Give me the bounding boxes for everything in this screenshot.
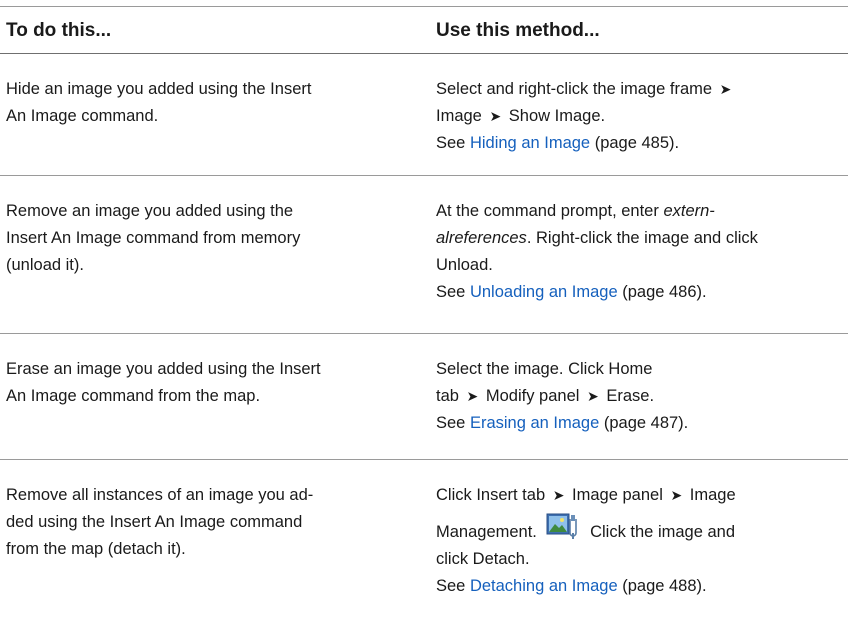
see-also-line: See Detaching an Image (page 488). — [436, 573, 842, 600]
method-cell: Select the image. Click Home tab ➤ Modif… — [436, 356, 848, 459]
method-text: Select and right-click the image frame — [436, 80, 713, 98]
method-text: Modify panel — [485, 387, 580, 405]
method-line: At the command prompt, enter extern- — [436, 198, 842, 225]
header-method: Use this method... — [436, 19, 600, 41]
menu-arrow-icon: ➤ — [489, 108, 502, 124]
task-text: Remove all instances of an image you ad- — [6, 486, 314, 504]
method-line: Click Insert tab ➤ Image panel ➤ Image — [436, 482, 842, 509]
method-text: tab — [436, 387, 459, 405]
page-reference: (page 487). — [599, 414, 689, 432]
task-cell: Remove an image you added using the Inse… — [0, 198, 436, 333]
menu-arrow-icon: ➤ — [466, 388, 479, 404]
method-text: Click Insert tab — [436, 486, 546, 504]
procedure-table: To do this... Use this method... Hide an… — [0, 6, 848, 632]
cross-reference-link[interactable]: Detaching an Image — [470, 577, 618, 595]
method-text: Image — [689, 486, 736, 504]
see-prefix: See — [436, 134, 470, 152]
method-line: Select and right-click the image frame ➤ — [436, 76, 842, 103]
method-text: Click the image and — [590, 523, 736, 541]
command-name: alreferences — [436, 229, 527, 247]
task-text: Hide an image you added using the Insert — [6, 80, 312, 98]
method-text: Erase. — [606, 387, 655, 405]
see-also-line: See Hiding an Image (page 485). — [436, 130, 842, 157]
table-row: Remove an image you added using the Inse… — [0, 176, 848, 334]
task-cell: Remove all instances of an image you ad-… — [0, 482, 436, 632]
task-text: Remove an image you added using the — [6, 202, 294, 220]
task-cell: Erase an image you added using the Inser… — [0, 356, 436, 459]
cross-reference-link[interactable]: Hiding an Image — [470, 134, 590, 152]
see-prefix: See — [436, 283, 470, 301]
cross-reference-link[interactable]: Unloading an Image — [470, 283, 618, 301]
task-text: from the map (detach it). — [6, 540, 186, 558]
method-text: Management. — [436, 523, 537, 541]
method-line: Image ➤ Show Image. — [436, 103, 842, 130]
task-text: An Image command. — [6, 107, 159, 125]
method-line: tab ➤ Modify panel ➤ Erase. — [436, 383, 842, 410]
method-cell: At the command prompt, enter extern- alr… — [436, 198, 848, 333]
menu-arrow-icon: ➤ — [587, 388, 599, 404]
menu-arrow-icon: ➤ — [552, 487, 565, 503]
task-cell: Hide an image you added using the Insert… — [0, 76, 436, 175]
method-text: Unload. — [436, 256, 493, 274]
method-line: alreferences. Right-click the image and … — [436, 225, 842, 252]
method-text: Select the image. Click Home — [436, 360, 653, 378]
task-text: Erase an image you added using the Inser… — [6, 360, 321, 378]
see-also-line: See Erasing an Image (page 487). — [436, 410, 842, 437]
table-row: Erase an image you added using the Inser… — [0, 334, 848, 460]
method-text: . Right-click the image and click — [526, 229, 758, 247]
task-text: (unload it). — [6, 256, 84, 274]
table-row: Remove all instances of an image you ad-… — [0, 460, 848, 632]
table-row: Hide an image you added using the Insert… — [0, 54, 848, 176]
see-also-line: See Unloading an Image (page 486). — [436, 279, 842, 306]
method-text: Show Image. — [508, 107, 606, 125]
task-text: An Image command from the map. — [6, 387, 261, 405]
menu-arrow-icon: ➤ — [719, 81, 732, 97]
see-prefix: See — [436, 577, 470, 595]
page-reference: (page 485). — [590, 134, 680, 152]
task-text: ded using the Insert An Image command — [6, 513, 303, 531]
command-name: extern- — [663, 202, 715, 220]
method-line: Management. Click the image and — [436, 513, 842, 546]
method-text: click Detach. — [436, 550, 530, 568]
cross-reference-link[interactable]: Erasing an Image — [470, 414, 599, 432]
header-task: To do this... — [6, 19, 112, 41]
task-text: Insert An Image command from memory — [6, 229, 301, 247]
page-reference: (page 488). — [617, 577, 707, 595]
method-cell: Click Insert tab ➤ Image panel ➤ Image M… — [436, 482, 848, 632]
method-cell: Select and right-click the image frame ➤… — [436, 76, 848, 175]
method-text: Image — [436, 107, 482, 125]
image-management-icon — [546, 513, 580, 539]
method-text: Image panel — [572, 486, 663, 504]
menu-arrow-icon: ➤ — [670, 487, 683, 503]
method-text: At the command prompt, enter — [436, 202, 664, 220]
page-reference: (page 486). — [617, 283, 707, 301]
see-prefix: See — [436, 414, 470, 432]
table-header-row: To do this... Use this method... — [0, 7, 848, 54]
